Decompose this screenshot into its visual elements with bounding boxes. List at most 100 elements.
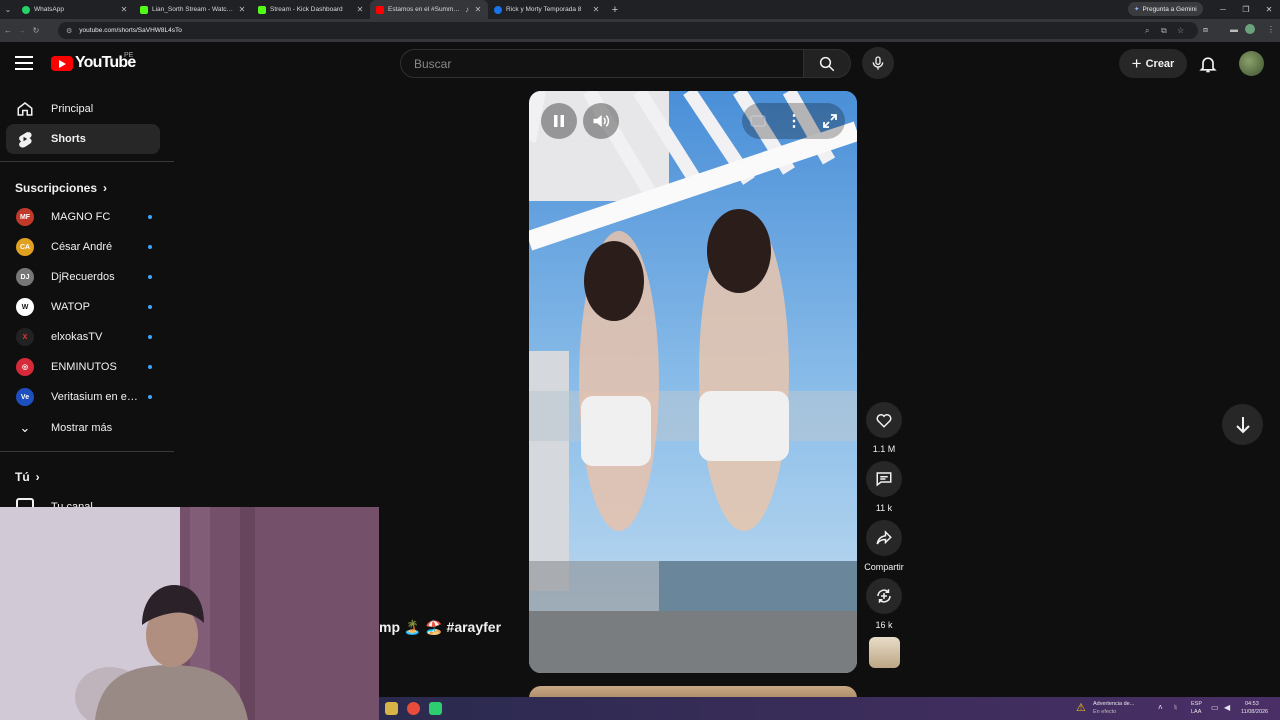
captions-button[interactable] bbox=[740, 103, 776, 139]
chrome-taskbar-icon[interactable] bbox=[407, 702, 420, 715]
gemini-label: Pregunta a Gemini bbox=[1142, 5, 1197, 13]
new-tab-button[interactable]: + bbox=[608, 4, 622, 16]
minimize-button[interactable]: ─ bbox=[1212, 0, 1234, 19]
search-placeholder: Buscar bbox=[414, 56, 452, 71]
subscription-item[interactable]: X elxokasTV bbox=[6, 322, 160, 352]
new-content-dot bbox=[148, 275, 152, 279]
tab-close-icon[interactable]: ✕ bbox=[120, 5, 128, 14]
tab-kick-dashboard[interactable]: Stream - Kick Dashboard ✕ bbox=[252, 0, 370, 19]
close-window-button[interactable]: ✕ bbox=[1258, 0, 1280, 19]
subscription-item[interactable]: W WATOP bbox=[6, 292, 160, 322]
restore-button[interactable]: ❐ bbox=[1235, 0, 1257, 19]
subscription-item[interactable]: Ve Veritasium en es... bbox=[6, 382, 160, 412]
chevron-up-icon[interactable]: ˄ bbox=[1158, 703, 1163, 712]
fullscreen-button[interactable] bbox=[812, 103, 848, 139]
extensions-icon[interactable]: ⧈ bbox=[1203, 25, 1208, 35]
tab-close-icon[interactable]: ✕ bbox=[474, 5, 482, 14]
explorer-taskbar-icon[interactable] bbox=[385, 702, 398, 715]
site-info-icon[interactable]: ⚙ bbox=[66, 27, 72, 35]
tab-close-icon[interactable]: ✕ bbox=[592, 5, 600, 14]
subscription-item[interactable]: CA César André bbox=[6, 232, 160, 262]
new-content-dot bbox=[148, 215, 152, 219]
tab-close-icon[interactable]: ✕ bbox=[238, 5, 246, 14]
show-more-button[interactable]: ⌄ Mostrar más bbox=[6, 413, 160, 443]
next-short-button[interactable] bbox=[1222, 404, 1263, 445]
language-bottom: LAA bbox=[1191, 709, 1202, 715]
tab-close-icon[interactable]: ✕ bbox=[356, 5, 364, 14]
chevron-down-icon: ⌄ bbox=[19, 420, 31, 435]
comments-button[interactable] bbox=[866, 461, 902, 497]
search-button[interactable] bbox=[803, 49, 851, 78]
tab-whatsapp[interactable]: WhatsApp ✕ bbox=[16, 0, 134, 19]
webcam-overlay bbox=[0, 507, 379, 720]
whatsapp-favicon-icon bbox=[22, 5, 30, 14]
kick-favicon-icon bbox=[258, 5, 266, 14]
gemini-button[interactable]: ✦ Pregunta a Gemini bbox=[1128, 2, 1203, 16]
kick-favicon-icon bbox=[140, 5, 148, 14]
more-options-button[interactable]: ⋮ bbox=[776, 103, 812, 139]
volume-icon bbox=[593, 115, 610, 127]
chevron-right-icon: › bbox=[35, 470, 40, 484]
subscription-item[interactable]: DJ DjRecuerdos bbox=[6, 262, 160, 292]
volume-button[interactable] bbox=[583, 103, 619, 139]
pause-button[interactable] bbox=[541, 103, 577, 139]
forward-button[interactable]: → bbox=[16, 26, 28, 35]
tab-youtube-active[interactable]: Estamos en el #SummerKr ♪ ✕ bbox=[370, 0, 488, 19]
short-caption[interactable]: mp 🏝️ 🏖️ #arayfer bbox=[379, 619, 501, 636]
audio-source-thumbnail[interactable] bbox=[869, 637, 900, 668]
show-more-label: Mostrar más bbox=[51, 422, 113, 434]
app-taskbar-icon[interactable] bbox=[429, 702, 442, 715]
remix-button[interactable] bbox=[866, 578, 902, 614]
extension-icon[interactable]: ▬ bbox=[1230, 25, 1238, 34]
subscriptions-heading[interactable]: Suscripciones › bbox=[15, 181, 107, 195]
mic-tray-icon[interactable]: ♮ bbox=[1174, 703, 1177, 712]
notifications-bell-icon[interactable] bbox=[1198, 54, 1218, 74]
browser-menu-icon[interactable]: ⋮ bbox=[1267, 25, 1275, 34]
bookmark-star-icon[interactable]: ☆ bbox=[1177, 26, 1184, 35]
share-button[interactable] bbox=[866, 520, 902, 556]
sidebar-item-home[interactable]: Principal bbox=[6, 94, 160, 124]
captions-icon bbox=[750, 115, 766, 127]
account-avatar[interactable] bbox=[1239, 51, 1264, 76]
back-button[interactable]: ← bbox=[2, 26, 14, 35]
network-icon[interactable]: ▭ bbox=[1211, 703, 1219, 712]
audio-playing-icon[interactable]: ♪ bbox=[463, 5, 471, 14]
channel-avatar: CA bbox=[16, 238, 34, 256]
you-heading[interactable]: Tú › bbox=[15, 470, 40, 484]
menu-icon[interactable] bbox=[15, 56, 33, 72]
channel-avatar: ◎ bbox=[16, 358, 34, 376]
tab-label: WhatsApp bbox=[34, 6, 64, 13]
reload-button[interactable]: ↻ bbox=[30, 26, 42, 35]
tab-kick-stream[interactable]: Lian_Sorth Stream - Watch Liv ✕ bbox=[134, 0, 252, 19]
tab-rick-morty[interactable]: Rick y Morty Temporada 8 ✕ bbox=[488, 0, 606, 19]
tab-label: Rick y Morty Temporada 8 bbox=[506, 6, 582, 13]
voice-search-button[interactable] bbox=[862, 47, 894, 79]
remix-action: 16 k bbox=[866, 578, 902, 630]
language-top[interactable]: ESP bbox=[1191, 701, 1202, 707]
sidebar-item-label: Shorts bbox=[51, 133, 86, 145]
address-bar[interactable]: ⚙ youtube.com/shorts/SaVHW8L4sTo ⌕ ⧉ ☆ bbox=[58, 22, 1198, 39]
tab-search-icon[interactable]: ⌄ bbox=[0, 0, 16, 19]
youtube-logo[interactable]: YouTube PE bbox=[51, 52, 136, 72]
sidebar-item-shorts[interactable]: Shorts bbox=[6, 124, 160, 154]
install-app-icon[interactable]: ⧉ bbox=[1161, 26, 1167, 36]
search-icon bbox=[819, 56, 835, 71]
shorts-video-player[interactable]: ⋮ bbox=[529, 91, 857, 673]
new-content-dot bbox=[148, 245, 152, 249]
subscription-item[interactable]: ◎ ENMINUTOS bbox=[6, 352, 160, 382]
remix-count: 16 k bbox=[875, 620, 893, 630]
search-input[interactable]: Buscar bbox=[400, 49, 804, 78]
speaker-icon[interactable]: ◀ bbox=[1224, 703, 1230, 712]
new-content-dot bbox=[148, 395, 152, 399]
profile-icon[interactable] bbox=[1245, 24, 1255, 34]
new-content-dot bbox=[148, 335, 152, 339]
create-button[interactable]: + Crear bbox=[1119, 49, 1187, 78]
warning-icon[interactable]: ⚠ bbox=[1076, 701, 1086, 714]
like-button[interactable] bbox=[866, 402, 902, 438]
zoom-icon[interactable]: ⌕ bbox=[1145, 26, 1149, 36]
channel-avatar: W bbox=[16, 298, 34, 316]
country-code: PE bbox=[124, 52, 134, 59]
subscription-item[interactable]: MF MAGNO FC bbox=[6, 202, 160, 232]
channel-name: ENMINUTOS bbox=[51, 361, 117, 373]
clock-time[interactable]: 04:53 bbox=[1245, 701, 1259, 707]
